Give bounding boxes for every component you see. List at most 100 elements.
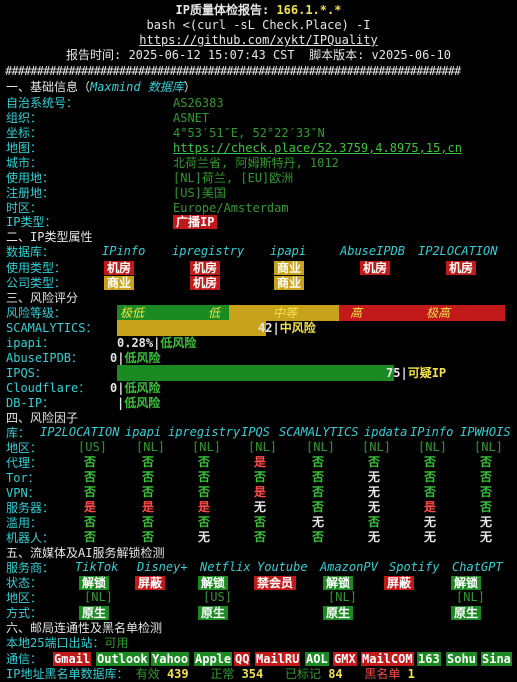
mail-comm-label: 通信： (6, 652, 43, 666)
factor-cell: 否 (368, 515, 381, 529)
factor-col-header: SCAMALYTICS (279, 425, 359, 439)
factor-cell: 是 (424, 500, 437, 514)
factor-cell: 否 (142, 470, 155, 484)
service-name: ChatGPT (452, 560, 503, 574)
factor-cell: 否 (84, 530, 97, 544)
factor-cell: 是 (198, 500, 211, 514)
factor-row-label: 滥用： (6, 516, 43, 530)
level-high: 高 (350, 306, 363, 320)
service-status-badge: 屏蔽 (135, 576, 166, 590)
level-medium: 中等 (273, 306, 298, 320)
factor-cell: 否 (84, 485, 97, 499)
factor-cell: 无 (368, 470, 381, 484)
service-status-badge: 解锁 (451, 576, 482, 590)
use-type-badge: 商业 (274, 261, 305, 275)
mail-provider-badge: GMX (333, 652, 357, 666)
factor-region-cell: [US] (78, 440, 107, 454)
abuse-score: 0|低风险 (110, 351, 161, 365)
factor-cell: 否 (480, 455, 493, 469)
factor-region-cell: [NL] (248, 440, 277, 454)
divider: ########################################… (5, 64, 461, 78)
scam-score-value: 42|中风险 (258, 321, 316, 335)
company-type-badge: 机房 (190, 276, 221, 290)
factor-cell: 否 (254, 470, 267, 484)
factor-cell: 否 (198, 455, 211, 469)
basic-row-value: 4°53′51″E, 52°22′33″N (173, 126, 325, 140)
section-basic-title: 一、基础信息（Maxmind 数据库） (6, 80, 196, 94)
scam-label: SCAMALYTICS： (6, 321, 98, 335)
factor-cell: 是 (84, 500, 97, 514)
mail-provider-badge: MailCOM (361, 652, 414, 666)
section-mail-title: 六、邮局连通性及黑名单检测 (6, 621, 163, 635)
streaming-service-label: 服务商： (6, 561, 55, 575)
ipapi-label: ipapi： (6, 336, 55, 350)
section-type-title: 二、IP类型属性 (6, 230, 93, 244)
factor-cell: 无 (254, 500, 267, 514)
factor-cell: 否 (142, 515, 155, 529)
factor-col-header: IPinfo (410, 425, 454, 439)
mail-provider-badge: MailRU (255, 652, 301, 666)
service-method-badge: 原生 (323, 606, 354, 620)
service-name: Spotify (389, 560, 440, 574)
factor-cell: 否 (142, 530, 155, 544)
basic-row-label: 城市： (6, 156, 43, 170)
use-type-badge: 机房 (190, 261, 221, 275)
factor-cell: 无 (424, 530, 437, 544)
report-title: IP质量体检报告: 166.1.*.* (175, 3, 342, 17)
cloudflare-label: Cloudflare： (6, 381, 91, 395)
factor-cell: 无 (198, 530, 211, 544)
mail-provider-badge: Yahoo (151, 652, 190, 666)
factor-cell: 否 (312, 500, 325, 514)
db-name: AbuseIPDB (340, 244, 406, 258)
factor-cell: 否 (254, 530, 267, 544)
factor-cell: 是 (142, 500, 155, 514)
service-status-badge: 解锁 (323, 576, 354, 590)
streaming-status-label: 状态： (6, 576, 43, 590)
factors-region-label: 地区： (6, 441, 43, 455)
service-name: TikTok (75, 560, 119, 574)
dbip-label: DB-IP： (6, 396, 55, 410)
mail-provider-badge: Sohu (446, 652, 477, 666)
ipqs-score-bar (117, 365, 394, 381)
basic-row-value: ASNET (173, 111, 210, 125)
factor-region-cell: [NL] (136, 440, 165, 454)
factor-row-label: VPN： (6, 486, 40, 500)
factor-col-header: IPQS (241, 425, 270, 439)
factors-lib-label: 库： (6, 426, 31, 440)
streaming-region-label: 地区： (6, 591, 43, 605)
factor-row-label: Tor： (6, 471, 40, 485)
factor-cell: 否 (84, 455, 97, 469)
port25-line: 本地25端口出站：可用 (6, 636, 129, 650)
factor-col-header: ipregistry (168, 425, 241, 439)
section-streaming-title: 五、流媒体及AI服务解锁检测 (6, 546, 165, 560)
service-method-badge: 原生 (451, 606, 482, 620)
level-low: 低 (208, 306, 221, 320)
factor-col-header: IP2LOCATION (40, 425, 120, 439)
basic-row-label: 坐标： (6, 126, 43, 140)
section-factors-title: 四、风险因子 (6, 411, 79, 425)
streaming-method-label: 方式： (6, 606, 43, 620)
factor-col-header: ipapi (125, 425, 162, 439)
service-status-badge: 屏蔽 (384, 576, 415, 590)
factor-cell: 否 (142, 455, 155, 469)
section-risk-title: 三、风险评分 (6, 291, 79, 305)
factor-cell: 否 (84, 470, 97, 484)
ipqs-label: IPQS： (6, 366, 47, 380)
factor-cell: 无 (312, 515, 325, 529)
map-link[interactable]: https://check.place/52.3759,4.8975,15,cn (173, 141, 462, 156)
mail-provider-badge: Outlook (96, 652, 149, 666)
db-label: 数据库： (6, 245, 55, 259)
basic-row-value: 北荷兰省, 阿姆斯特丹, 1012 (173, 156, 339, 170)
command-line: bash <(curl -sL Check.Place) -I (146, 18, 371, 32)
factor-cell: 无 (368, 530, 381, 544)
factor-cell: 否 (424, 470, 437, 484)
use-type-badge: 机房 (446, 261, 477, 275)
use-type-label: 使用类型： (6, 261, 67, 275)
factor-cell: 否 (312, 470, 325, 484)
factor-row-label: 机器人： (6, 531, 55, 545)
mail-provider-badge: Sina (481, 652, 512, 666)
service-name: AmazonPV (320, 560, 378, 574)
ip-type-badge: 广播IP (173, 215, 218, 229)
risk-level-label: 风险等级： (6, 306, 67, 320)
repo-link[interactable]: https://github.com/xykt/IPQuality (0, 32, 517, 48)
